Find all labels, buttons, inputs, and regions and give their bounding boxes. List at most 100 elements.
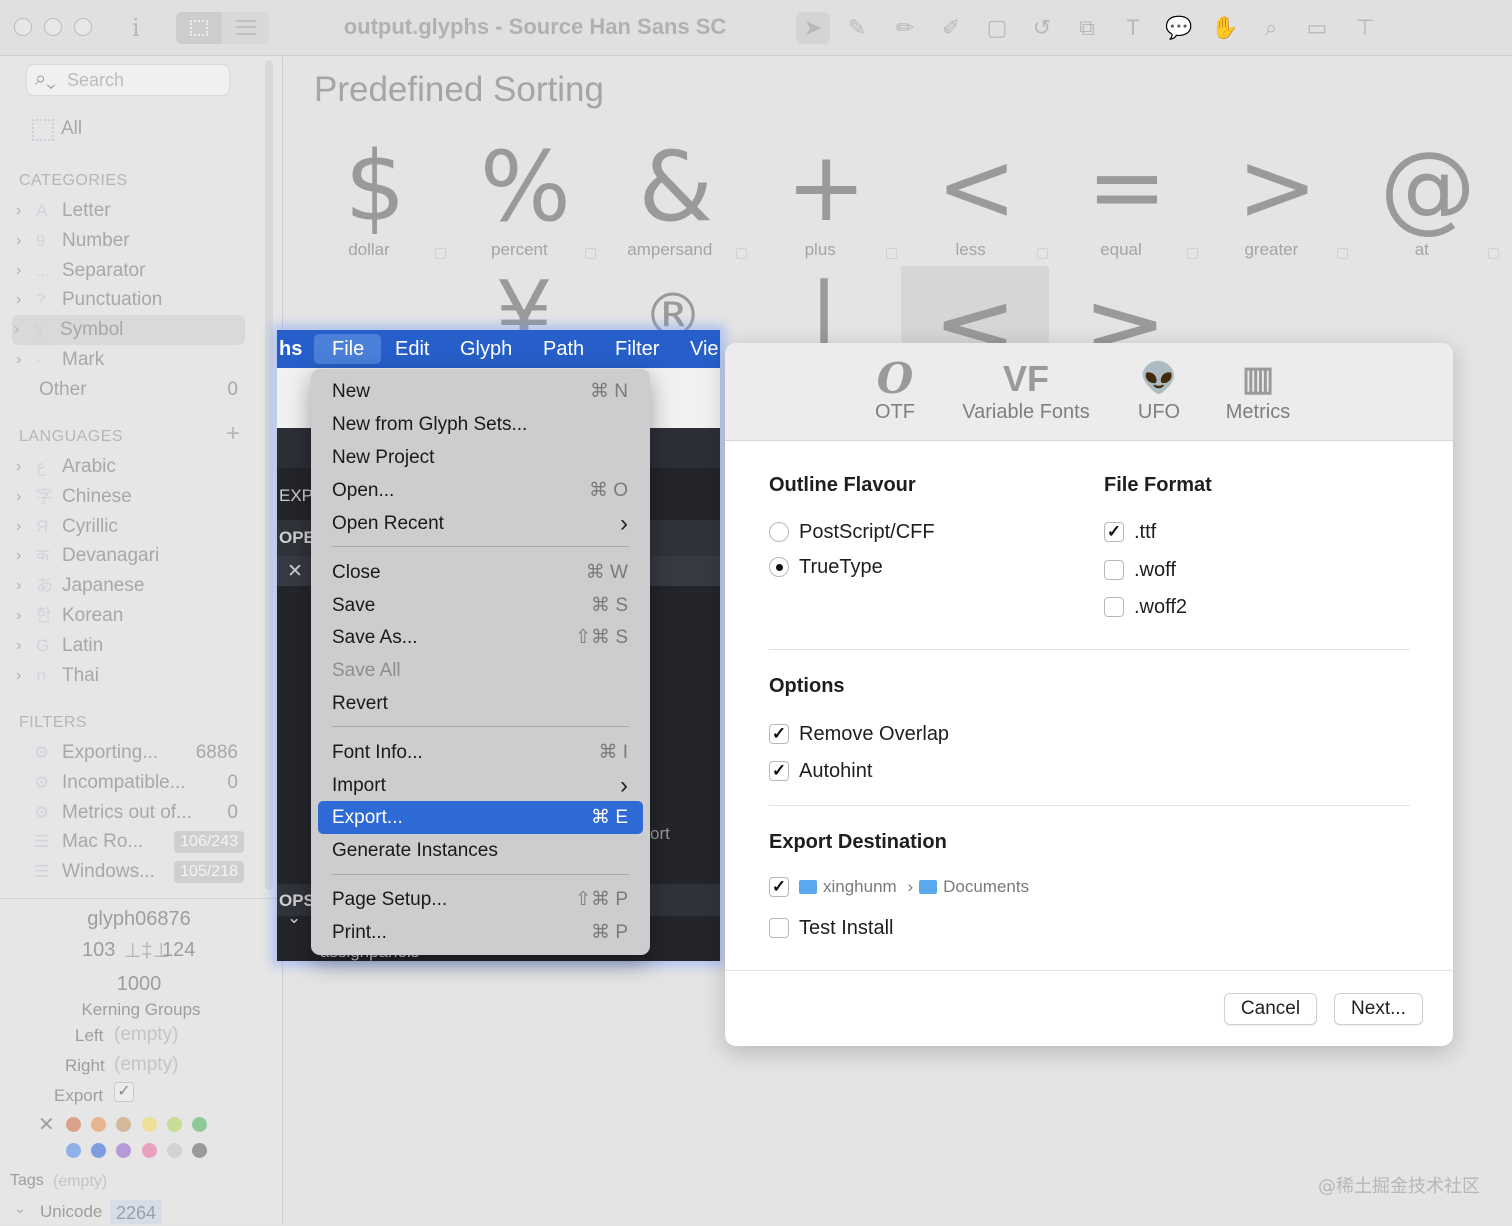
menu-item-save-all[interactable]: Save All bbox=[311, 654, 650, 687]
info-icon[interactable]: i bbox=[132, 14, 140, 42]
glyph-cell[interactable]: = equal bbox=[1052, 130, 1202, 268]
category-item[interactable]: › A Letter bbox=[14, 196, 246, 226]
category-other[interactable]: Other 0 bbox=[14, 375, 246, 405]
cancel-button[interactable]: Cancel bbox=[1224, 993, 1317, 1025]
category-item[interactable]: ›? Punctuation bbox=[14, 285, 246, 315]
add-language-button[interactable]: + bbox=[226, 420, 240, 448]
list-view-button[interactable] bbox=[223, 12, 269, 44]
close-window-button[interactable] bbox=[14, 18, 32, 36]
all-glyphs-item[interactable]: All bbox=[61, 118, 82, 140]
filter-item[interactable]: ⚙ Metrics out of... 0 bbox=[14, 798, 246, 828]
menubar-app-name[interactable]: hs bbox=[279, 330, 302, 368]
chevron-right-icon[interactable]: › bbox=[16, 571, 21, 601]
menu-item-close[interactable]: Close ⌘ W bbox=[311, 556, 650, 589]
pencil-tool-icon[interactable]: ✏ bbox=[888, 12, 922, 44]
checkbox-test-install[interactable]: Test Install bbox=[769, 915, 989, 941]
unicode-field[interactable]: 2264 bbox=[110, 1200, 163, 1224]
language-item[interactable]: › 字 Chinese bbox=[14, 482, 246, 512]
lsb-field[interactable]: 103 bbox=[82, 939, 115, 962]
checkbox[interactable]: ✓ bbox=[1104, 522, 1124, 542]
language-item[interactable]: › ع Arabic bbox=[14, 452, 246, 482]
glyph-cell[interactable]: & ampersand bbox=[601, 130, 751, 268]
menu-item-font-info[interactable]: Font Info... ⌘ I bbox=[311, 736, 650, 769]
checkbox-ttf[interactable]: ✓ .ttf bbox=[1104, 519, 1254, 545]
glyph-cell[interactable]: $ dollar bbox=[300, 130, 450, 268]
glyph-cell[interactable]: + plus bbox=[751, 130, 901, 268]
type-tool-icon[interactable]: ⊤ bbox=[1348, 12, 1382, 44]
glyph-cell-row2[interactable]: ≥ bbox=[1075, 268, 1175, 344]
color-swatch[interactable] bbox=[192, 1143, 207, 1158]
radio-truetype[interactable]: TrueType bbox=[769, 554, 989, 580]
rsb-field[interactable]: 124 bbox=[162, 939, 195, 962]
checkbox-autohint[interactable]: ✓ Autohint bbox=[769, 758, 1029, 784]
chevron-right-icon[interactable]: › bbox=[16, 512, 21, 542]
checkbox[interactable]: ✓ bbox=[769, 877, 789, 897]
chevron-down-icon[interactable]: ⌄ bbox=[287, 908, 301, 928]
chevron-right-icon[interactable]: › bbox=[16, 196, 21, 226]
measure-tool-icon[interactable]: ▭ bbox=[1300, 12, 1334, 44]
grid-view-button[interactable] bbox=[176, 12, 222, 44]
category-item[interactable]: ›... Separator bbox=[14, 256, 246, 286]
menubar-path[interactable]: Path bbox=[543, 330, 584, 368]
menu-item-print[interactable]: Print... ⌘ P bbox=[311, 916, 650, 949]
language-item[interactable]: › 한 Korean bbox=[14, 601, 246, 631]
hand-tool-icon[interactable]: ✋ bbox=[1208, 12, 1242, 44]
chevron-right-icon[interactable]: › bbox=[16, 661, 21, 691]
menu-item-page-setup[interactable]: Page Setup... ⇧⌘ P bbox=[311, 883, 650, 916]
left-group-field[interactable]: (empty) bbox=[114, 1024, 178, 1046]
language-item[interactable]: › ก Thai bbox=[14, 661, 246, 691]
next-button[interactable]: Next... bbox=[1334, 993, 1423, 1025]
right-group-field[interactable]: (empty) bbox=[114, 1054, 178, 1076]
glyph-cell[interactable]: @ at bbox=[1353, 130, 1503, 268]
checkbox[interactable]: ✓ bbox=[769, 724, 789, 744]
category-item[interactable]: › · Mark bbox=[14, 345, 246, 375]
close-icon[interactable]: ✕ bbox=[287, 560, 303, 583]
tab-variable-fonts[interactable]: VF Variable Fonts bbox=[951, 357, 1101, 424]
menu-item-generate-instances[interactable]: Generate Instances bbox=[311, 834, 650, 867]
glyph-cell[interactable]: > greater bbox=[1202, 130, 1352, 268]
checkbox[interactable] bbox=[1104, 597, 1124, 617]
select-tool-icon[interactable]: ➤ bbox=[796, 12, 830, 44]
category-item[interactable]: › ¶ Symbol bbox=[12, 315, 245, 346]
chevron-right-icon[interactable]: › bbox=[14, 315, 19, 345]
tab-otf[interactable]: O OTF bbox=[865, 357, 925, 424]
chevron-right-icon[interactable]: › bbox=[16, 452, 21, 482]
menubar-file[interactable]: File bbox=[332, 330, 364, 368]
checkbox-woff[interactable]: .woff bbox=[1104, 557, 1254, 583]
filter-item[interactable]: ⚙ Incompatible... 0 bbox=[14, 768, 246, 798]
chevron-right-icon[interactable]: › bbox=[16, 541, 21, 571]
language-item[interactable]: › あ Japanese bbox=[14, 571, 246, 601]
menu-item-export[interactable]: Export... ⌘ E bbox=[318, 801, 643, 834]
color-swatch[interactable] bbox=[66, 1143, 81, 1158]
glyph-cell-row2[interactable]: ≤ bbox=[925, 268, 1025, 344]
color-swatch[interactable] bbox=[166, 1143, 182, 1158]
rectangle-tool-icon[interactable]: ▢ bbox=[980, 12, 1014, 44]
width-field[interactable]: 1000 bbox=[0, 973, 278, 996]
menu-item-new-from-glyph-sets[interactable]: New from Glyph Sets... bbox=[311, 408, 650, 441]
brush-tool-icon[interactable]: ✐ bbox=[934, 12, 968, 44]
checkbox[interactable] bbox=[1104, 560, 1124, 580]
menu-item-save-as[interactable]: Save As... ⇧⌘ S bbox=[311, 621, 650, 654]
chevron-right-icon[interactable]: › bbox=[16, 345, 21, 375]
glyph-cell[interactable]: < less bbox=[902, 130, 1052, 268]
radio-postscript-cff[interactable]: PostScript/CFF bbox=[769, 519, 989, 545]
filter-item[interactable]: ☰ Mac Ro... 106/243 bbox=[14, 827, 246, 857]
sidebar-scrollbar[interactable] bbox=[265, 60, 273, 890]
chevron-right-icon[interactable]: › bbox=[16, 256, 21, 286]
menu-item-import[interactable]: Import › bbox=[311, 769, 650, 802]
color-swatch[interactable] bbox=[166, 1117, 182, 1132]
chevron-right-icon[interactable]: › bbox=[16, 285, 21, 315]
minimize-window-button[interactable] bbox=[44, 18, 62, 36]
category-item[interactable]: › 9 Number bbox=[14, 226, 246, 256]
color-swatch[interactable] bbox=[192, 1117, 207, 1132]
filter-item[interactable]: ☰ Windows... 105/218 bbox=[14, 857, 246, 887]
color-swatch[interactable] bbox=[141, 1117, 157, 1132]
chevron-right-icon[interactable]: › bbox=[16, 482, 21, 512]
menu-item-open[interactable]: Open... ⌘ O bbox=[311, 474, 650, 507]
tags-field[interactable]: (empty) bbox=[53, 1173, 107, 1191]
zoom-window-button[interactable] bbox=[74, 18, 92, 36]
search-input[interactable]: ⌕⌄ Search bbox=[26, 64, 230, 96]
tab-ufo[interactable]: 👽 UFO bbox=[1129, 357, 1189, 424]
chevron-right-icon[interactable]: › bbox=[16, 631, 21, 661]
color-swatch[interactable] bbox=[66, 1117, 81, 1132]
